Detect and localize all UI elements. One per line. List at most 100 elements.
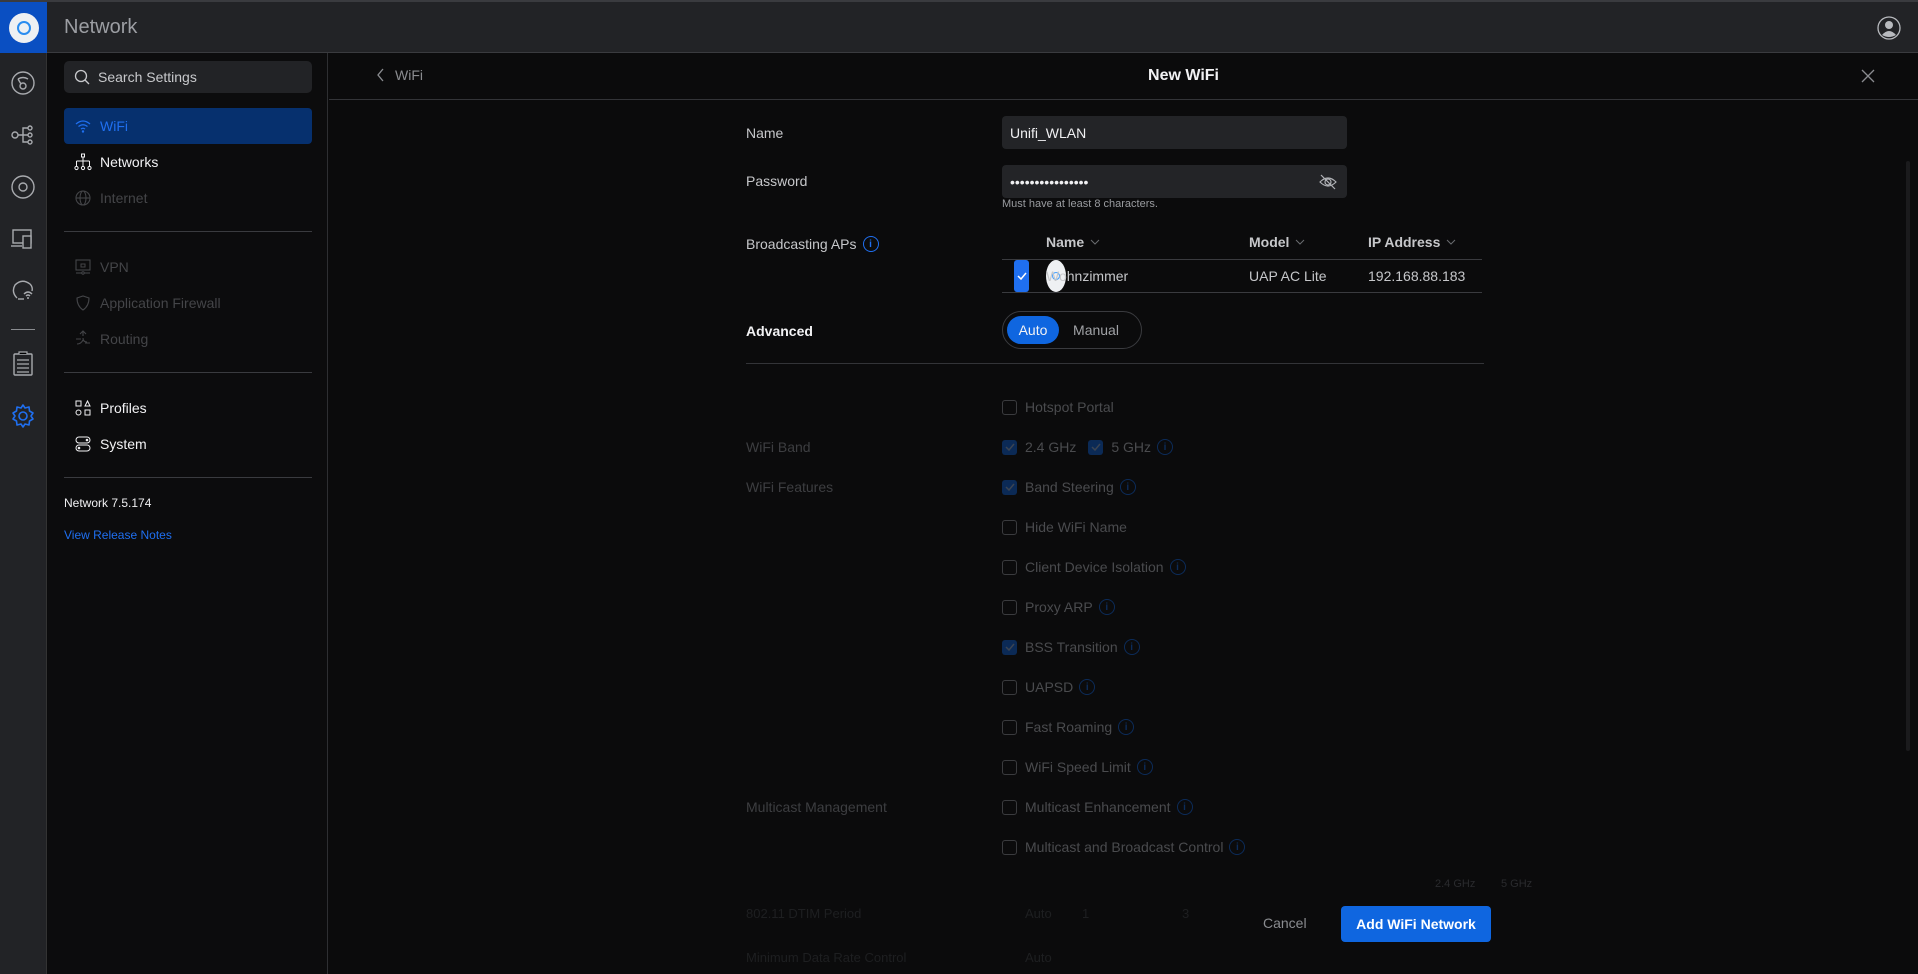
topology-icon[interactable] xyxy=(10,122,36,148)
vpn-icon xyxy=(75,259,91,275)
min-data-rate-label: Minimum Data Rate Control xyxy=(746,950,907,965)
nav-item-application-firewall[interactable]: Application Firewall xyxy=(64,285,312,321)
nav-item-label: Application Firewall xyxy=(100,295,221,311)
check-icon xyxy=(1091,443,1101,451)
devices-icon[interactable] xyxy=(10,174,36,200)
insights-icon[interactable] xyxy=(10,278,36,304)
nav-item-profiles[interactable]: Profiles xyxy=(64,390,312,426)
advanced-auto-button[interactable]: Auto xyxy=(1007,316,1059,344)
cancel-button[interactable]: Cancel xyxy=(1263,915,1307,931)
feature-option-bss-transition[interactable]: BSS Transition i xyxy=(1002,639,1140,655)
ap-ip: 192.168.88.183 xyxy=(1368,268,1466,284)
option-label: Hide WiFi Name xyxy=(1025,519,1127,535)
name-field[interactable] xyxy=(1002,116,1347,149)
info-icon[interactable]: i xyxy=(1229,839,1246,855)
option-label: Fast Roaming xyxy=(1025,719,1113,735)
feature-checkbox[interactable] xyxy=(1002,559,1017,575)
feature-option-fast-roaming[interactable]: Fast Roaming i xyxy=(1002,719,1135,735)
feature-checkbox[interactable] xyxy=(1002,639,1017,655)
account-icon[interactable] xyxy=(1877,16,1901,40)
advanced-manual-button[interactable]: Manual xyxy=(1059,316,1133,344)
band-24-checkbox[interactable] xyxy=(1002,439,1017,455)
table-row[interactable]: Wohnzimmer UAP AC Lite 192.168.88.183 xyxy=(1002,260,1482,293)
info-icon[interactable]: i xyxy=(1118,719,1135,735)
nav-item-label: Internet xyxy=(100,190,148,206)
password-input[interactable] xyxy=(1010,173,1310,190)
scrollbar[interactable] xyxy=(1906,161,1910,751)
feature-option-wifi-speed-limit[interactable]: WiFi Speed Limit i xyxy=(1002,759,1153,775)
info-icon[interactable]: i xyxy=(1176,799,1193,815)
dtim-24-label: 2.4 GHz xyxy=(1435,878,1476,890)
option-label: Proxy ARP xyxy=(1025,599,1093,615)
search-settings[interactable] xyxy=(64,61,312,93)
settings-gear-icon[interactable] xyxy=(10,403,36,429)
check-icon xyxy=(1004,483,1015,491)
min-data-rate-auto[interactable]: Auto xyxy=(1025,950,1052,965)
name-input[interactable] xyxy=(1010,124,1310,141)
option-label: Hotspot Portal xyxy=(1025,399,1114,415)
nav-item-system[interactable]: System xyxy=(64,426,312,462)
sort-ip-header[interactable]: IP Address xyxy=(1368,225,1456,259)
clients-icon[interactable] xyxy=(10,226,36,252)
ap-checkbox[interactable] xyxy=(1014,260,1029,292)
close-icon[interactable] xyxy=(1860,68,1876,84)
dtim-auto-label[interactable]: Auto xyxy=(1025,906,1052,921)
nav-divider xyxy=(64,477,312,478)
broadcasting-aps-label: Broadcasting APs i xyxy=(746,236,879,252)
feature-checkbox[interactable] xyxy=(1002,519,1017,535)
option-label: Client Device Isolation xyxy=(1025,559,1164,575)
info-icon[interactable]: i xyxy=(1157,439,1174,455)
name-label: Name xyxy=(746,125,784,141)
sort-name-header[interactable]: Name xyxy=(1046,225,1100,259)
dashboard-icon[interactable] xyxy=(10,70,36,96)
feature-option-uapsd[interactable]: UAPSD i xyxy=(1002,679,1096,695)
multicast-enhancement-option[interactable]: Multicast Enhancement i xyxy=(1002,799,1193,815)
info-icon[interactable]: i xyxy=(1119,479,1136,495)
info-icon[interactable]: i xyxy=(862,236,879,252)
info-icon[interactable]: i xyxy=(1098,599,1115,615)
nav-item-label: VPN xyxy=(100,259,129,275)
info-icon[interactable]: i xyxy=(1123,639,1140,655)
nav-item-wifi[interactable]: WiFi xyxy=(64,108,312,144)
hotspot-portal-option[interactable]: Hotspot Portal xyxy=(1002,399,1114,415)
add-wifi-network-button[interactable]: Add WiFi Network xyxy=(1341,906,1491,942)
settings-sidebar: WiFi Networks Internet VPN Application F… xyxy=(48,53,328,974)
ap-model: UAP AC Lite xyxy=(1249,268,1327,284)
multicast-broadcast-control-option[interactable]: Multicast and Broadcast Control i xyxy=(1002,839,1246,855)
feature-checkbox[interactable] xyxy=(1002,759,1017,775)
hide-password-icon[interactable] xyxy=(1319,173,1337,191)
dtim-24-input[interactable]: 1 xyxy=(1082,906,1089,921)
nav-item-networks[interactable]: Networks xyxy=(64,144,312,180)
wifi-icon xyxy=(75,120,91,133)
nav-item-label: Networks xyxy=(100,154,159,170)
check-icon xyxy=(1004,643,1015,651)
multicast-broadcast-checkbox[interactable] xyxy=(1002,839,1017,855)
hotspot-checkbox[interactable] xyxy=(1002,399,1017,415)
info-icon[interactable]: i xyxy=(1079,679,1096,695)
search-input[interactable] xyxy=(98,69,298,85)
feature-option-hide-wifi-name[interactable]: Hide WiFi Name xyxy=(1002,519,1127,535)
multicast-enhancement-checkbox[interactable] xyxy=(1002,799,1017,815)
nav-item-routing[interactable]: Routing xyxy=(64,321,312,357)
info-icon[interactable]: i xyxy=(1169,559,1186,575)
feature-option-proxy-arp[interactable]: Proxy ARP i xyxy=(1002,599,1115,615)
ap-name: Wohnzimmer xyxy=(1046,268,1129,284)
wifi-band-label: WiFi Band xyxy=(746,439,811,455)
password-field[interactable] xyxy=(1002,165,1347,198)
nav-item-internet[interactable]: Internet xyxy=(64,180,312,216)
feature-checkbox[interactable] xyxy=(1002,599,1017,615)
sort-model-header[interactable]: Model xyxy=(1249,225,1305,259)
feature-checkbox[interactable] xyxy=(1002,719,1017,735)
band-5-checkbox[interactable] xyxy=(1088,439,1104,455)
feature-option-client-device-isolation[interactable]: Client Device Isolation i xyxy=(1002,559,1186,575)
feature-checkbox[interactable] xyxy=(1002,679,1017,695)
logs-icon[interactable] xyxy=(10,351,36,377)
dtim-5-input[interactable]: 3 xyxy=(1182,906,1189,921)
info-icon[interactable]: i xyxy=(1136,759,1153,775)
feature-checkbox[interactable] xyxy=(1002,479,1017,495)
nav-item-label: Routing xyxy=(100,331,149,347)
release-notes-link[interactable]: View Release Notes xyxy=(64,528,172,542)
feature-option-band-steering[interactable]: Band Steering i xyxy=(1002,479,1136,495)
unifi-logo-button[interactable] xyxy=(0,2,47,53)
nav-item-vpn[interactable]: VPN xyxy=(64,249,312,285)
